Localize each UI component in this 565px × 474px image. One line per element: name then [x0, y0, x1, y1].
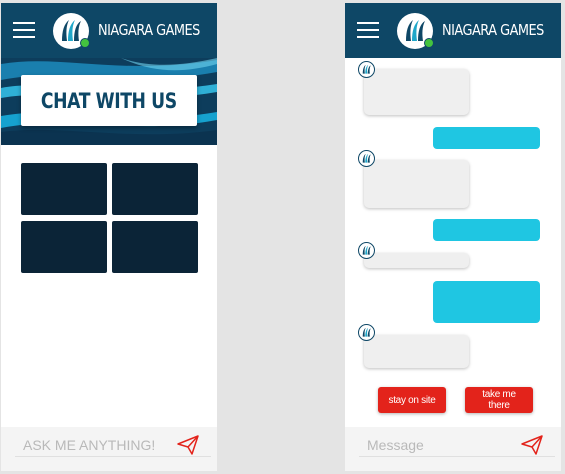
online-status-dot: [424, 38, 434, 48]
bot-message-bubble: [364, 253, 469, 268]
take-me-there-button[interactable]: take me there: [465, 387, 533, 413]
app-header: NIAGARA GAMES: [1, 3, 217, 58]
brand-name: NIAGARA GAMES: [442, 21, 544, 39]
message-composer: [1, 427, 217, 471]
option-tile-4[interactable]: [112, 221, 198, 273]
bot-avatar-icon: [358, 61, 375, 78]
app-header: NIAGARA GAMES: [345, 3, 561, 58]
bot-avatar-icon: [358, 324, 375, 341]
chat-home-screen: NIAGARA GAMES CHAT WITH US: [1, 3, 217, 471]
option-tile-1[interactable]: [21, 163, 107, 215]
brand-name: NIAGARA GAMES: [98, 21, 200, 39]
user-message-bubble: [433, 127, 540, 149]
niagara-logo-icon: [53, 13, 90, 49]
stay-on-site-button[interactable]: stay on site: [378, 387, 446, 413]
niagara-logo-icon: [397, 13, 434, 49]
bot-avatar-icon: [358, 242, 375, 259]
bot-message-bubble: [364, 160, 469, 208]
bot-avatar-icon: [358, 150, 375, 167]
user-message-bubble: [433, 219, 540, 241]
message-composer: [345, 427, 561, 471]
option-tile-3[interactable]: [21, 221, 107, 273]
menu-icon[interactable]: [357, 22, 379, 39]
bot-message-bubble: [364, 335, 469, 368]
user-message-bubble: [433, 281, 540, 323]
send-icon[interactable]: [521, 435, 543, 455]
send-icon[interactable]: [177, 435, 199, 455]
menu-icon[interactable]: [13, 22, 35, 39]
hero-title: CHAT WITH US: [41, 88, 177, 113]
hero-card: CHAT WITH US: [21, 75, 197, 126]
hero-banner: CHAT WITH US: [1, 58, 217, 145]
chat-conversation-screen: NIAGARA GAMES stay on site take me there: [345, 3, 561, 471]
online-status-dot: [80, 38, 90, 48]
option-tile-2[interactable]: [112, 163, 198, 215]
bot-message-bubble: [364, 69, 469, 115]
